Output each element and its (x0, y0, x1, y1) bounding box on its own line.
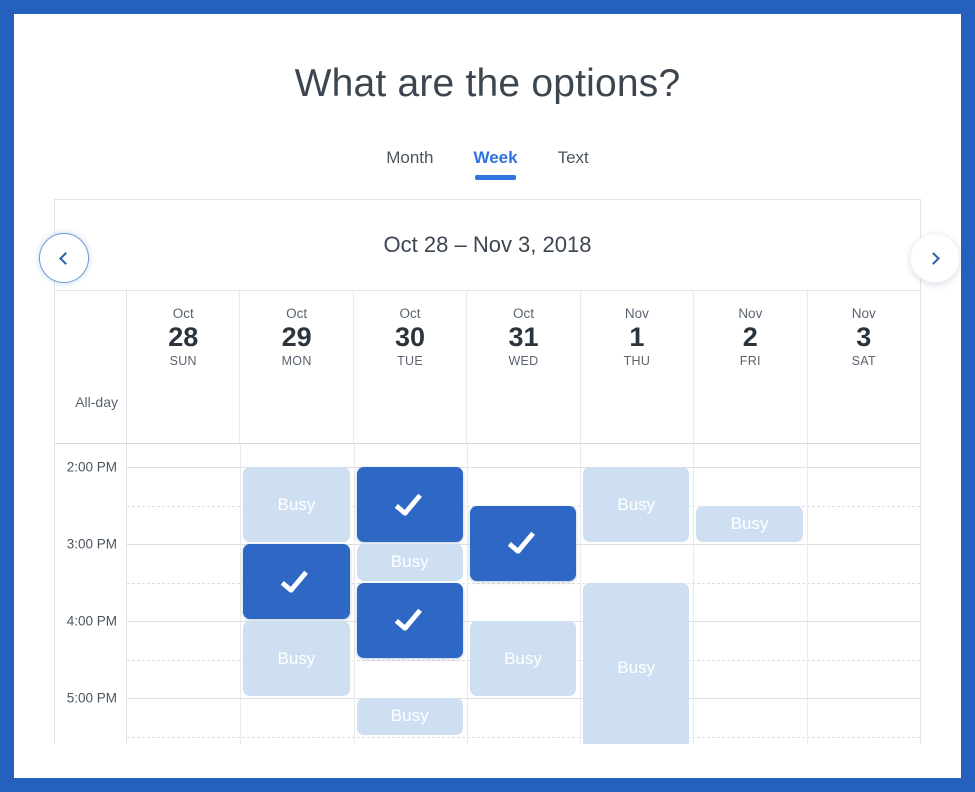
day-header-month: Oct (467, 305, 579, 322)
day-header-month: Oct (354, 305, 466, 322)
day-header-weekday: SUN (127, 353, 239, 370)
day-header-number: 28 (127, 322, 239, 353)
day-column-wed[interactable]: Busy (467, 444, 580, 744)
page-title: What are the options? (14, 62, 961, 106)
event-busy[interactable]: Busy (583, 583, 689, 745)
day-header-weekday: THU (581, 353, 693, 370)
view-tabs: Month Week Text (14, 143, 961, 180)
day-header-thu[interactable]: Nov1THU (581, 291, 694, 443)
previous-week-button[interactable] (39, 233, 89, 283)
day-column-sat[interactable] (807, 444, 920, 744)
day-header-mon[interactable]: Oct29MON (240, 291, 353, 443)
day-header-number: 31 (467, 322, 579, 353)
day-header-number: 2 (694, 322, 806, 353)
day-column-mon[interactable]: Busy Busy (240, 444, 353, 744)
event-label: Busy (617, 495, 655, 515)
day-header-weekday: WED (467, 353, 579, 370)
day-column-sun[interactable] (127, 444, 240, 744)
event-selected[interactable] (470, 506, 576, 581)
date-range-bar: Oct 28 – Nov 3, 2018 (55, 200, 920, 291)
check-icon (508, 526, 535, 555)
all-day-label: All-day (55, 394, 118, 410)
next-week-button[interactable] (910, 233, 960, 283)
event-busy[interactable]: Busy (243, 467, 349, 542)
event-label: Busy (504, 649, 542, 669)
all-day-gutter-cell: All-day (55, 291, 127, 443)
day-header-number: 30 (354, 322, 466, 353)
event-busy[interactable]: Busy (583, 467, 689, 542)
event-busy[interactable]: Busy (357, 544, 463, 581)
time-grid: 2:00 PM3:00 PM4:00 PM5:00 PM BusyBusyBus… (55, 444, 920, 744)
time-label: 3:00 PM (67, 537, 117, 552)
day-header-month: Oct (240, 305, 352, 322)
day-column-fri[interactable]: Busy (693, 444, 806, 744)
tab-text[interactable]: Text (556, 143, 591, 180)
event-label: Busy (731, 514, 769, 534)
day-header-number: 3 (808, 322, 920, 353)
day-header-weekday: TUE (354, 353, 466, 370)
event-busy[interactable]: Busy (470, 621, 576, 696)
chevron-right-icon (927, 252, 940, 265)
event-busy[interactable]: Busy (243, 621, 349, 696)
event-busy[interactable]: Busy (357, 698, 463, 735)
tab-month[interactable]: Month (384, 143, 435, 180)
day-header-number: 29 (240, 322, 352, 353)
day-header-sun[interactable]: Oct28SUN (127, 291, 240, 443)
time-label: 5:00 PM (67, 691, 117, 706)
event-busy[interactable]: Busy (696, 506, 802, 543)
tab-week[interactable]: Week (471, 143, 519, 180)
time-gutter: 2:00 PM 3:00 PM 4:00 PM 5:00 PM (55, 444, 127, 744)
day-header-weekday: MON (240, 353, 352, 370)
chevron-left-icon (59, 252, 72, 265)
event-label: Busy (391, 706, 429, 726)
check-icon (394, 603, 421, 632)
day-header-fri[interactable]: Nov2FRI (694, 291, 807, 443)
check-icon (394, 487, 421, 516)
content-card: What are the options? Month Week Text Oct … (14, 14, 961, 778)
time-label: 2:00 PM (67, 460, 117, 475)
day-columns-area: Busy Busy Busy Busy Busy Busy Busy Busy (127, 444, 920, 744)
day-header-weekday: FRI (694, 353, 806, 370)
day-column-tue[interactable]: Busy Busy (354, 444, 467, 744)
day-header-month: Nov (581, 305, 693, 322)
event-label: Busy (278, 495, 316, 515)
week-calendar: Oct 28 – Nov 3, 2018 All-day Oct28SUNOct… (54, 199, 921, 744)
event-selected[interactable] (357, 583, 463, 658)
day-header-month: Nov (694, 305, 806, 322)
event-label: Busy (391, 552, 429, 572)
day-header-tue[interactable]: Oct30TUE (354, 291, 467, 443)
app-frame: What are the options? Month Week Text Oct … (0, 0, 975, 792)
check-icon (281, 564, 308, 593)
event-label: Busy (617, 658, 655, 678)
day-header-month: Nov (808, 305, 920, 322)
day-header-wed[interactable]: Oct31WED (467, 291, 580, 443)
time-label: 4:00 PM (67, 614, 117, 629)
event-selected[interactable] (357, 467, 463, 542)
date-range-label: Oct 28 – Nov 3, 2018 (384, 232, 592, 258)
event-label: Busy (278, 649, 316, 669)
day-column-thu[interactable]: Busy Busy (580, 444, 693, 744)
day-header-month: Oct (127, 305, 239, 322)
day-header-weekday: SAT (808, 353, 920, 370)
day-header-row: All-day Oct28SUNOct29MONOct30TUEOct31WED… (55, 291, 920, 444)
event-selected[interactable] (243, 544, 349, 619)
day-header-sat[interactable]: Nov3SAT (808, 291, 920, 443)
day-header-number: 1 (581, 322, 693, 353)
